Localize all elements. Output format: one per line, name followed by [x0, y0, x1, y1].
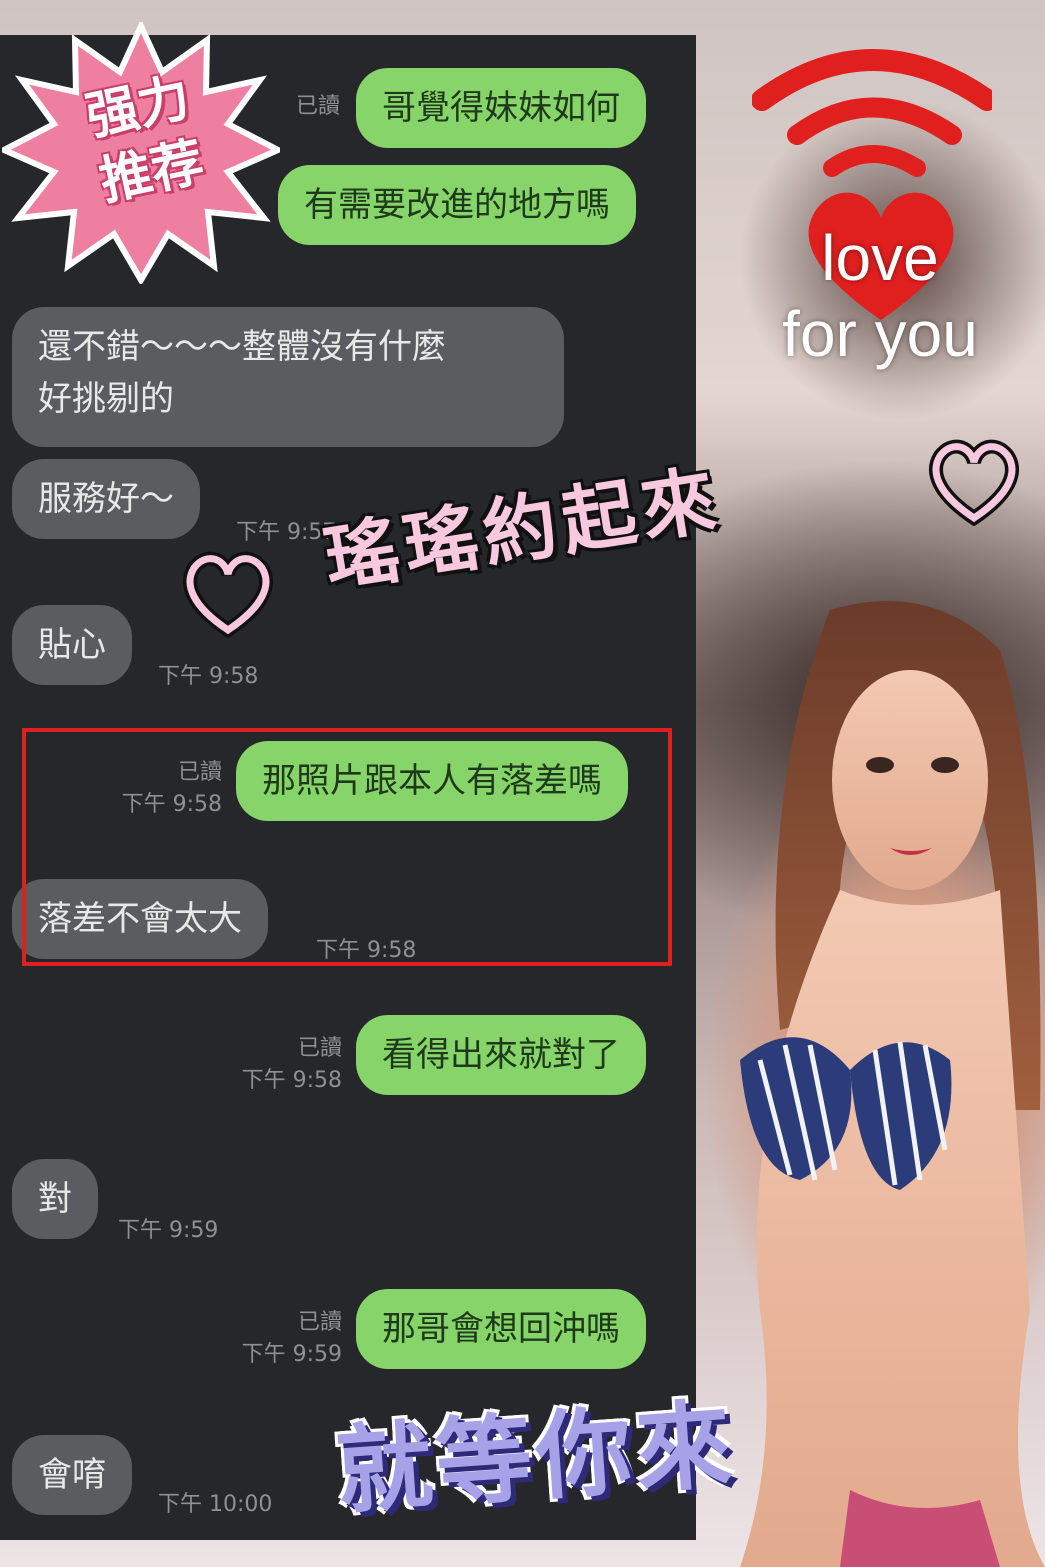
- highlight-frame: [22, 728, 672, 966]
- chat-bubble-in: 貼心: [12, 605, 132, 685]
- chat-bubble-in: 服務好～: [12, 459, 200, 539]
- signal-arcs-icon: [752, 49, 992, 177]
- message-time: 下午 9:59: [241, 1342, 342, 1367]
- chat-bubble-in: 還不錯～～～整體沒有什麼 好挑剔的: [12, 307, 564, 447]
- chat-bubble-out: 那哥會想回沖嗎: [356, 1289, 646, 1369]
- love-for-you-text: love for you: [750, 220, 1010, 372]
- love-line: for you: [782, 298, 978, 370]
- chat-bubble-out: 看得出來就對了: [356, 1015, 646, 1095]
- chat-bubble-line: 好挑剔的: [38, 379, 174, 419]
- read-receipt: 已讀: [297, 1310, 342, 1335]
- message-time: 下午 9:58: [158, 664, 259, 689]
- chat-bubble-in: 會唷: [12, 1435, 132, 1515]
- love-line: love: [821, 222, 939, 294]
- read-receipt: 已讀: [297, 1036, 342, 1061]
- outline-heart-icon: [183, 551, 273, 638]
- chat-bubble-line: 還不錯～～～整體沒有什麼: [38, 327, 446, 367]
- chat-bubble-in: 對: [12, 1159, 98, 1239]
- bottom-banner-text: 就等你來: [332, 1388, 740, 1528]
- chat-bubble-out: 有需要改進的地方嗎: [278, 165, 636, 245]
- message-time: 下午 9:59: [118, 1218, 219, 1243]
- bottom-banner: 就等你來: [276, 1380, 796, 1540]
- chat-bubble-out: 哥覺得妹妹如何: [356, 68, 646, 148]
- outline-heart-icon: [929, 439, 1019, 526]
- message-time: 下午 9:58: [241, 1068, 342, 1093]
- message-time: 下午 10:00: [158, 1492, 273, 1517]
